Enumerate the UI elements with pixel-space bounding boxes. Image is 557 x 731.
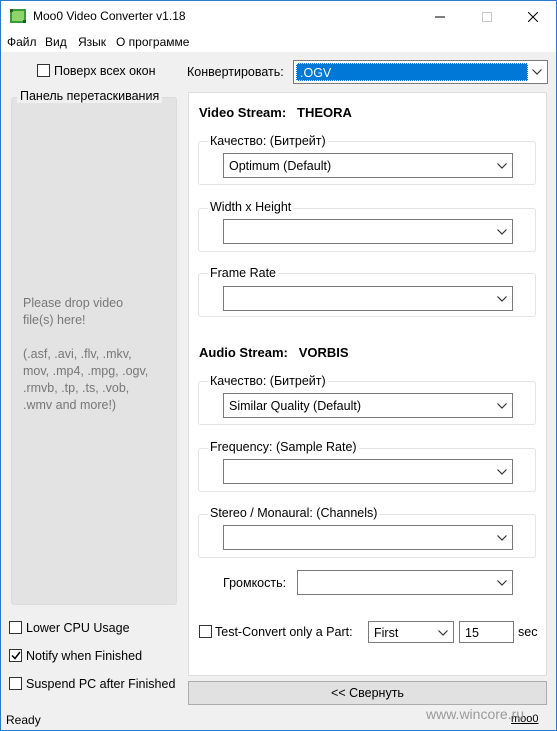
lower-cpu-checkbox[interactable] <box>9 621 22 634</box>
test-part-value: First <box>374 626 399 640</box>
volume-select[interactable] <box>297 570 513 595</box>
audio-frequency-select[interactable] <box>223 459 513 484</box>
app-window: Moo0 Video Converter v1.18 Файл Вид Язык… <box>0 0 557 731</box>
audio-stream-heading: Audio Stream: VORBIS <box>199 345 349 360</box>
drop-panel-title: Панель перетаскивания <box>17 89 163 103</box>
close-icon <box>528 11 538 22</box>
formats-line-3: .rmvb, .tp, .ts, .vob, <box>23 381 130 395</box>
formats-line-4: .wmv and more!) <box>23 398 117 412</box>
drop-text-line-1: Please drop video <box>23 296 124 310</box>
audio-quality-value: Similar Quality (Default) <box>229 399 361 413</box>
maximize-icon <box>482 11 492 22</box>
chevron-down-icon <box>497 229 507 235</box>
status-text: Ready <box>6 713 41 727</box>
window-title: Moo0 Video Converter v1.18 <box>33 9 186 23</box>
always-on-top-label: Поверх всех окон <box>54 64 156 78</box>
video-quality-label: Качество: (Битрейт) <box>208 134 328 148</box>
menu-bar: Файл Вид Язык О программе <box>1 32 556 52</box>
audio-channels-select[interactable] <box>223 525 513 550</box>
minimize-icon <box>435 16 445 17</box>
audio-quality-label: Качество: (Битрейт) <box>208 374 328 388</box>
suspend-checkbox[interactable] <box>9 677 22 690</box>
chevron-down-icon <box>497 535 507 541</box>
app-logo-icon <box>10 9 26 23</box>
menu-view[interactable]: Вид <box>45 35 67 49</box>
suspend-label: Suspend PC after Finished <box>26 677 176 691</box>
maximize-button[interactable] <box>464 1 510 32</box>
seconds-unit: sec <box>518 625 538 639</box>
menu-about[interactable]: О программе <box>116 35 189 49</box>
formats-line-1: (.asf, .avi, .flv, .mkv, <box>23 347 132 361</box>
video-framerate-select[interactable] <box>223 286 513 311</box>
chevron-down-icon <box>532 69 542 75</box>
test-convert-checkbox[interactable] <box>199 625 212 638</box>
menu-file[interactable]: Файл <box>7 35 37 49</box>
watermark: www.wincore.ru <box>426 706 525 722</box>
audio-channels-label: Stereo / Monaural: (Channels) <box>208 506 380 520</box>
video-size-label: Width x Height <box>208 200 294 214</box>
chevron-down-icon <box>497 580 507 586</box>
convert-label: Конвертировать: <box>187 65 284 79</box>
video-size-select[interactable] <box>223 219 513 244</box>
audio-codec: VORBIS <box>298 345 349 360</box>
chevron-down-icon <box>497 296 507 302</box>
video-quality-value: Optimum (Default) <box>229 159 332 173</box>
convert-format-value: .OGV <box>296 63 528 81</box>
chevron-down-icon <box>497 469 507 475</box>
collapse-button[interactable]: << Свернуть <box>188 681 547 705</box>
audio-quality-select[interactable]: Similar Quality (Default) <box>223 393 513 418</box>
test-seconds-input[interactable]: 15 <box>459 621 514 643</box>
menu-language[interactable]: Язык <box>78 35 106 49</box>
test-part-select[interactable]: First <box>368 621 454 643</box>
test-seconds-value: 15 <box>465 626 479 640</box>
minimize-button[interactable] <box>417 1 463 32</box>
notify-label: Notify when Finished <box>26 649 143 663</box>
lower-cpu-label: Lower CPU Usage <box>26 621 130 635</box>
test-convert-label: Test-Convert only a Part: <box>215 625 353 639</box>
video-quality-select[interactable]: Optimum (Default) <box>223 153 513 178</box>
chevron-down-icon <box>438 630 448 636</box>
video-framerate-label: Frame Rate <box>208 266 278 280</box>
formats-line-2: mov, .mp4, .mpg, .ogv, <box>23 364 149 378</box>
title-bar: Moo0 Video Converter v1.18 <box>1 1 556 32</box>
always-on-top-checkbox[interactable] <box>37 64 50 77</box>
chevron-down-icon <box>497 163 507 169</box>
chevron-down-icon <box>497 403 507 409</box>
notify-checkbox[interactable] <box>9 649 22 662</box>
audio-frequency-label: Frequency: (Sample Rate) <box>208 440 359 454</box>
convert-format-select[interactable]: .OGV <box>293 60 548 84</box>
video-stream-heading: Video Stream: THEORA <box>199 105 352 120</box>
video-codec: THEORA <box>297 105 352 120</box>
close-button[interactable] <box>510 1 556 32</box>
drop-text-line-2: file(s) here! <box>23 313 86 327</box>
checkmark-icon <box>10 651 21 660</box>
volume-label: Громкость: <box>223 576 287 590</box>
collapse-button-label: << Свернуть <box>331 686 404 700</box>
